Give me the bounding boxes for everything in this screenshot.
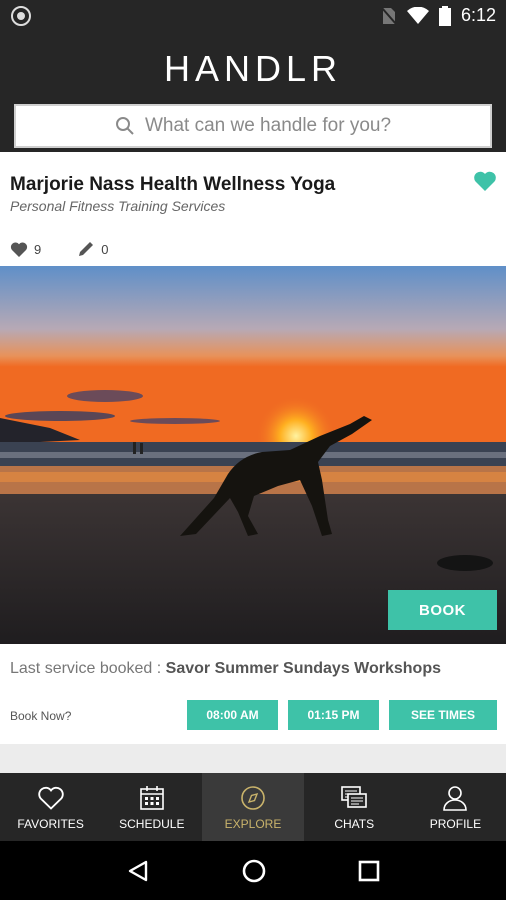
- last-booked-label: Last service booked :: [10, 660, 162, 677]
- status-bar: 6:12: [0, 0, 506, 32]
- search-icon: [115, 117, 134, 135]
- no-sim-icon: [381, 6, 397, 25]
- listing-stats: 9 0: [10, 240, 108, 258]
- last-booked-service[interactable]: Savor Summer Sundays Workshops: [166, 660, 441, 677]
- time-slot-button-2[interactable]: 01:15 PM: [288, 700, 379, 730]
- tab-profile-label: PROFILE: [429, 817, 482, 831]
- battery-icon: [438, 5, 451, 26]
- business-name[interactable]: Marjorie Nass Health Wellness Yoga: [10, 174, 335, 196]
- home-icon[interactable]: [241, 858, 267, 884]
- tab-schedule-label: SCHEDULE: [119, 817, 185, 831]
- chat-icon: [341, 786, 368, 808]
- heart-icon: [37, 786, 64, 810]
- see-times-button[interactable]: SEE TIMES: [389, 700, 497, 730]
- tab-profile[interactable]: PROFILE: [405, 773, 506, 841]
- calendar-icon: [139, 786, 164, 810]
- status-time: 6:12: [460, 5, 496, 25]
- wifi-icon: [406, 6, 429, 24]
- tab-favorites[interactable]: FAVORITES: [0, 773, 101, 841]
- book-now-label: Book Now?: [10, 709, 72, 723]
- reviews-count: 0: [101, 241, 109, 257]
- listing-card-header[interactable]: Marjorie Nass Health Wellness Yoga Perso…: [0, 152, 506, 266]
- app-header: HANDLR What can we handle for you?: [0, 32, 506, 152]
- time-slot-button-1[interactable]: 08:00 AM: [187, 700, 278, 730]
- tab-explore-label: EXPLORE: [224, 817, 282, 831]
- listing-card-footer: Last service booked : Savor Summer Sunda…: [0, 644, 506, 744]
- pencil-icon: [79, 242, 94, 256]
- record-icon: [11, 6, 31, 26]
- likes-count: 9: [34, 241, 42, 257]
- tab-explore[interactable]: EXPLORE: [202, 767, 304, 841]
- explore-feed[interactable]: Marjorie Nass Health Wellness Yoga Perso…: [0, 152, 506, 773]
- listing-photo[interactable]: BOOK: [0, 266, 506, 644]
- system-nav-bar: [0, 841, 506, 900]
- tab-favorites-label: FAVORITES: [17, 817, 84, 831]
- yoga-sunset-image: [0, 266, 506, 644]
- favorite-heart-icon[interactable]: [473, 170, 497, 192]
- bottom-tab-bar: FAVORITES SCHEDULE EXPLORE CHATS PROFILE: [0, 767, 506, 841]
- business-category: Personal Fitness Training Services: [10, 198, 226, 214]
- last-booked-text: Last service booked : Savor Summer Sunda…: [10, 660, 441, 678]
- tab-chats-label: CHATS: [334, 817, 375, 831]
- recents-icon[interactable]: [358, 860, 380, 882]
- tab-schedule[interactable]: SCHEDULE: [101, 773, 202, 841]
- search-placeholder: What can we handle for you?: [144, 115, 392, 136]
- user-icon: [443, 786, 468, 811]
- search-input[interactable]: What can we handle for you?: [14, 104, 492, 148]
- compass-icon: [241, 786, 265, 810]
- likes-heart-icon: [10, 242, 28, 257]
- tab-chats[interactable]: CHATS: [304, 773, 405, 841]
- app-logo: HANDLR: [163, 48, 343, 89]
- status-icons: 6:12: [381, 5, 496, 26]
- back-icon[interactable]: [126, 859, 150, 883]
- book-button[interactable]: BOOK: [388, 590, 497, 630]
